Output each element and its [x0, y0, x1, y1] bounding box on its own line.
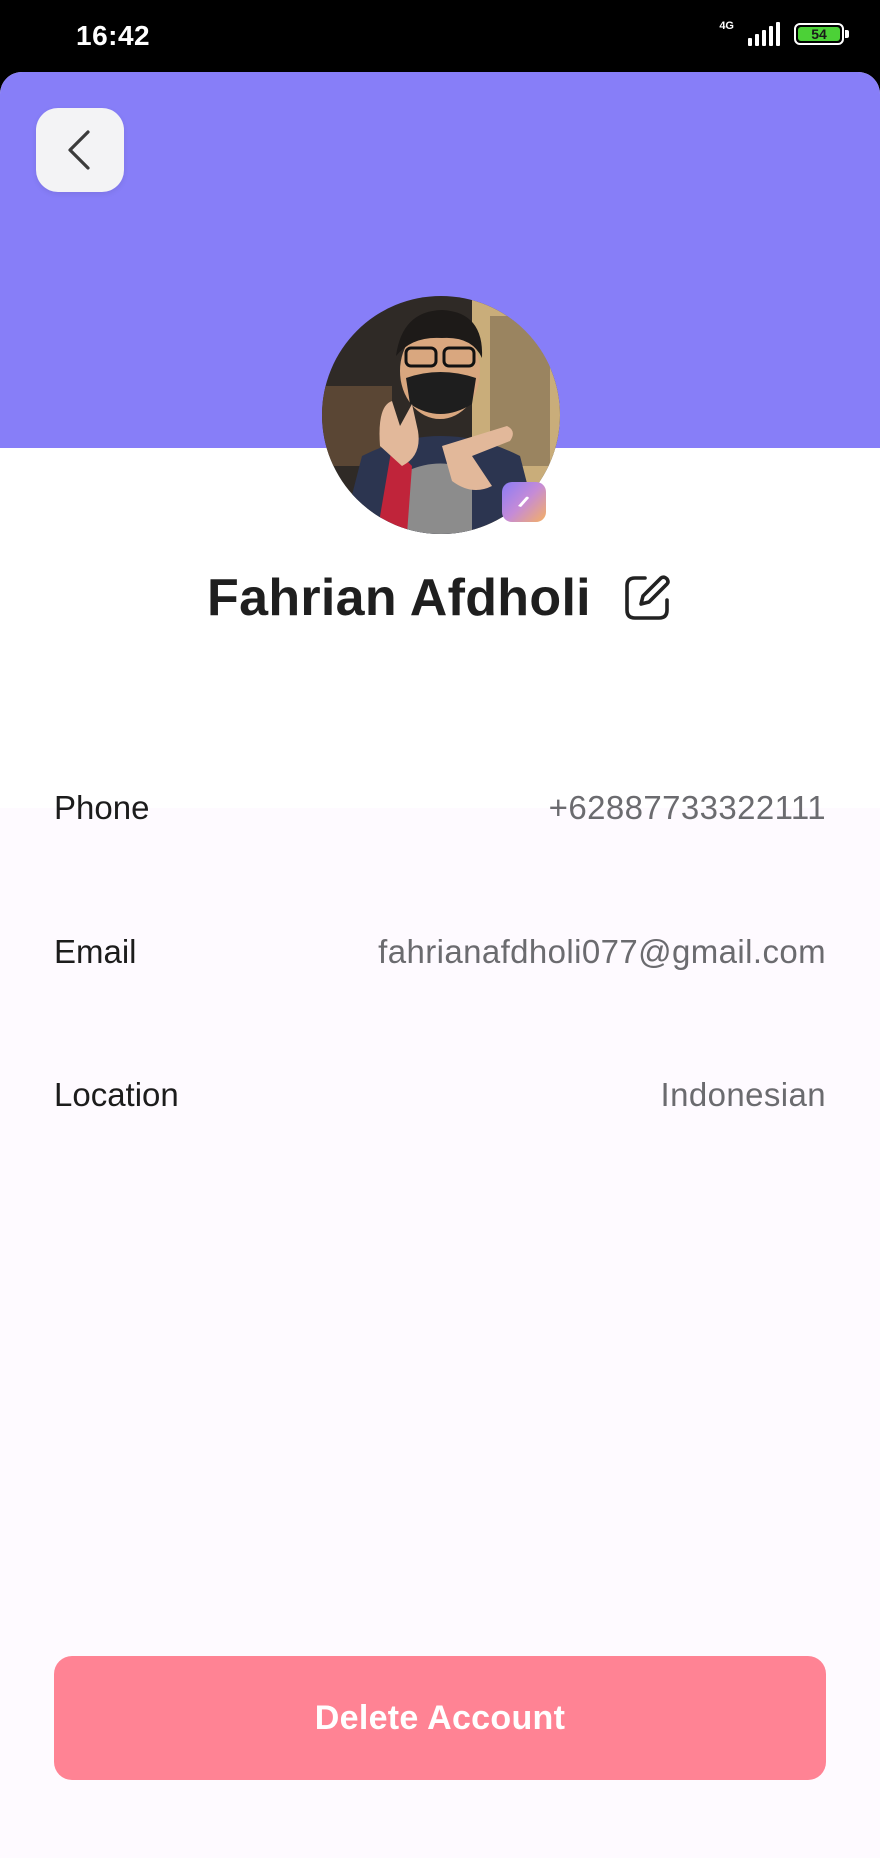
phone-value: +62887733322111: [548, 789, 826, 826]
edit-icon[interactable]: [621, 572, 673, 624]
battery-level: 54: [798, 26, 840, 42]
location-value: Indonesian: [660, 1076, 826, 1113]
email-value: fahrianafdholi077@gmail.com: [378, 933, 826, 970]
phone-row: Phone +62887733322111: [54, 784, 826, 832]
profile-name: Fahrian Afdholi: [207, 569, 591, 627]
status-time: 16:42: [76, 20, 151, 51]
network-type: 4G: [719, 19, 734, 32]
change-photo-button[interactable]: [502, 482, 546, 522]
chevron-left-icon: [68, 130, 90, 170]
profile-name-row: Fahrian Afdholi: [0, 560, 880, 636]
email-label: Email: [54, 933, 137, 970]
status-bar: 16:42 4G 54: [0, 0, 880, 72]
status-indicators: 4G 54: [719, 19, 849, 46]
camera-icon: [518, 496, 529, 507]
location-row: Location Indonesian: [54, 1071, 826, 1119]
delete-account-button[interactable]: Delete Account: [54, 1656, 826, 1780]
email-row: Email fahrianafdholi077@gmail.com: [54, 928, 826, 976]
back-button[interactable]: [36, 108, 124, 192]
signal-icon: [748, 22, 780, 46]
phone-label: Phone: [54, 789, 150, 826]
location-label: Location: [54, 1076, 179, 1113]
battery-icon: 54: [794, 23, 849, 45]
profile-screen: Fahrian Afdholi Phone +62887733322111 Em…: [0, 72, 880, 1858]
